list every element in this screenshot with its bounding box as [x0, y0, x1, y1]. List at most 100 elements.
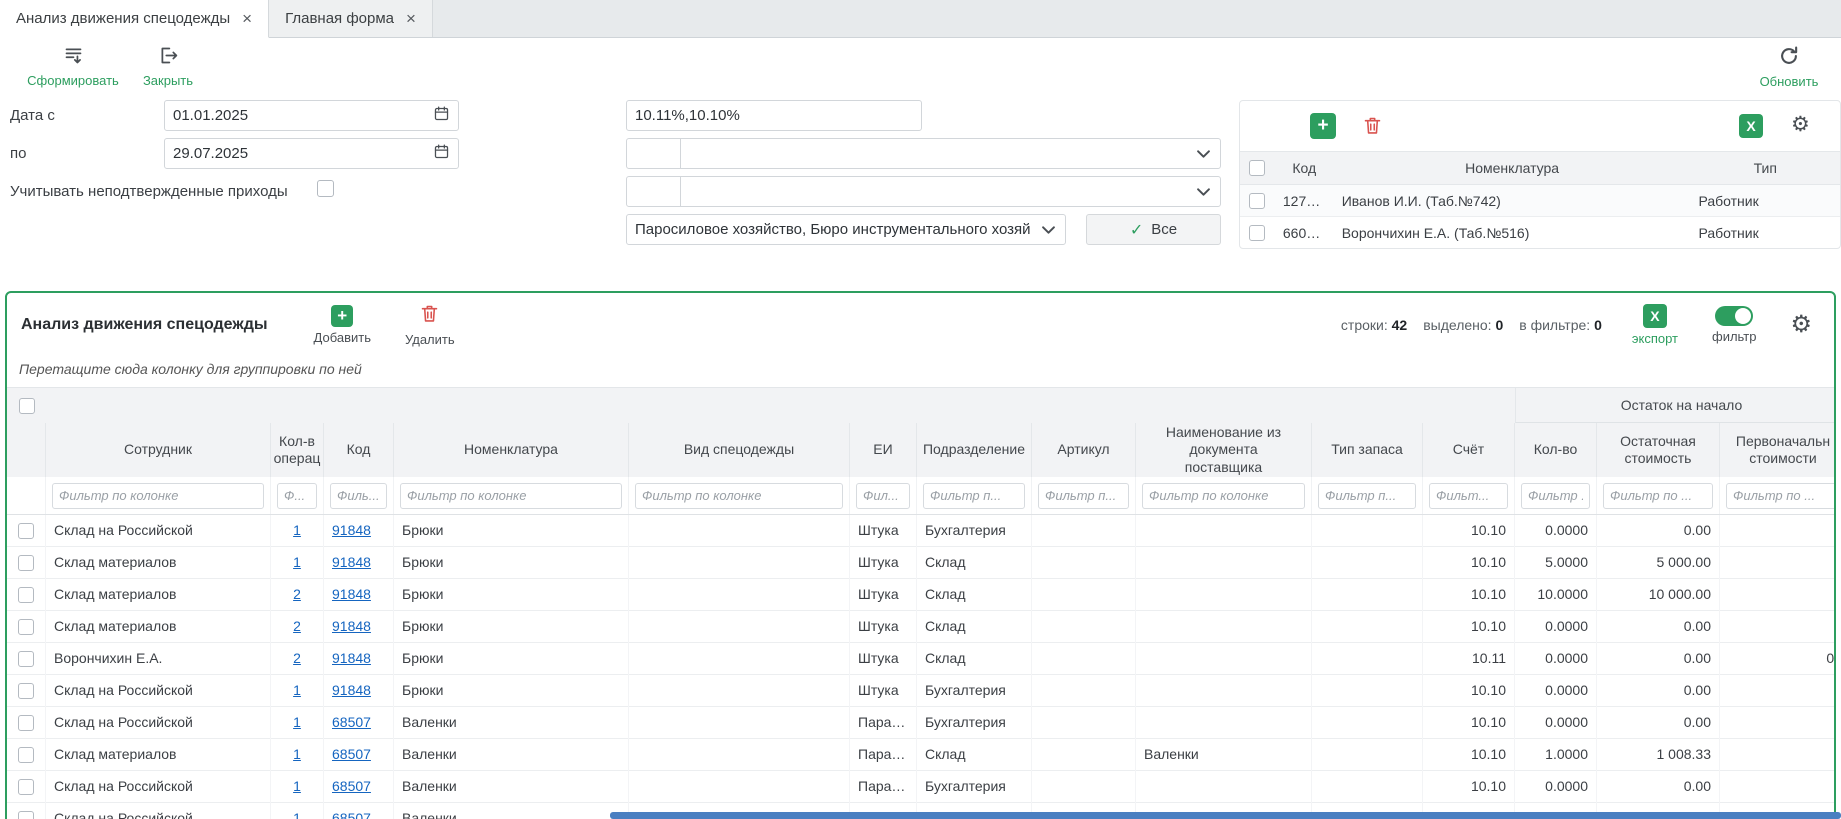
column-header-account[interactable]: Счёт — [1423, 423, 1515, 477]
operations-link[interactable]: 1 — [293, 682, 301, 698]
selection-column-header[interactable]: Тип — [1690, 160, 1840, 176]
column-header-initial_cost[interactable]: Первоначальнстоимости — [1720, 423, 1836, 477]
row-checkbox[interactable] — [7, 611, 46, 643]
filter-input-operations[interactable] — [277, 483, 317, 509]
row-checkbox[interactable] — [1240, 193, 1275, 209]
filter-input-nomenclature[interactable] — [400, 483, 622, 509]
row-checkbox[interactable] — [7, 739, 46, 771]
column-header-stock_type[interactable]: Тип запаса — [1312, 423, 1423, 477]
column-header-workwear_kind[interactable]: Вид спецодежды — [629, 423, 850, 477]
operations-link[interactable]: 2 — [293, 618, 301, 634]
column-header-supplier_doc_name[interactable]: Наименование издокументапоставщика — [1136, 423, 1312, 477]
operations-link[interactable]: 2 — [293, 586, 301, 602]
row-checkbox[interactable] — [7, 643, 46, 675]
generate-button[interactable]: Сформировать — [18, 45, 128, 88]
grid-row[interactable]: Склад на Российской191848БрюкиШтукаБухга… — [7, 515, 1836, 547]
tab-close-icon[interactable]: × — [406, 10, 416, 27]
nomenclature-combo[interactable] — [626, 176, 1221, 207]
close-button[interactable]: Закрыть — [128, 45, 208, 88]
code-link[interactable]: 68507 — [332, 714, 371, 730]
column-header-qty[interactable]: Кол-во — [1515, 423, 1597, 477]
operations-link[interactable]: 1 — [293, 810, 301, 819]
row-checkbox[interactable] — [7, 707, 46, 739]
operations-link[interactable]: 1 — [293, 522, 301, 538]
row-checkbox[interactable] — [1240, 225, 1275, 241]
code-link[interactable]: 91848 — [332, 586, 371, 602]
code-link[interactable]: 91848 — [332, 650, 371, 666]
grid-row[interactable]: Склад материалов291848БрюкиШтукаСклад10.… — [7, 579, 1836, 611]
grid-row[interactable]: Склад материалов168507ВаленкиПара…СкладВ… — [7, 739, 1836, 771]
grid-row[interactable]: Склад на Российской191848БрюкиШтукаБухга… — [7, 675, 1836, 707]
delete-button[interactable]: Удалить — [405, 303, 455, 347]
delete-selection-button[interactable] — [1362, 115, 1383, 141]
filter-toggle[interactable]: фильтр — [1712, 306, 1756, 344]
grid-row[interactable]: Склад материалов191848БрюкиШтукаСклад10.… — [7, 547, 1836, 579]
date-to-input[interactable]: 29.07.2025 — [164, 138, 459, 169]
code-link[interactable]: 68507 — [332, 810, 371, 819]
column-header-code[interactable]: Код — [324, 423, 394, 477]
selection-column-header[interactable]: Номенклатура — [1334, 160, 1691, 176]
tab-close-icon[interactable]: × — [242, 10, 252, 27]
code-link[interactable]: 68507 — [332, 746, 371, 762]
chevron-down-icon[interactable] — [1032, 226, 1065, 234]
filter-input-supplier_doc_name[interactable] — [1142, 483, 1305, 509]
filter-input-code[interactable] — [330, 483, 387, 509]
filter-input-qty[interactable] — [1521, 483, 1590, 509]
filter-input-unit[interactable] — [856, 483, 910, 509]
group-by-drop-zone[interactable]: Перетащите сюда колонку для группировки … — [7, 357, 1834, 387]
add-button[interactable]: + Добавить — [314, 305, 371, 345]
code-link[interactable]: 68507 — [332, 778, 371, 794]
export-button[interactable]: X экспорт — [1632, 304, 1678, 346]
code-link[interactable]: 91848 — [332, 618, 371, 634]
excel-export-button[interactable]: X — [1739, 114, 1763, 138]
row-checkbox[interactable] — [7, 579, 46, 611]
add-selection-button[interactable]: + — [1310, 113, 1336, 139]
column-header-article[interactable]: Артикул — [1032, 423, 1136, 477]
grid-settings-gear-icon[interactable]: ⚙ — [1790, 313, 1812, 337]
filter-input-article[interactable] — [1038, 483, 1129, 509]
nomenclature-code-box[interactable] — [627, 177, 681, 206]
code-link[interactable]: 91848 — [332, 682, 371, 698]
row-checkbox[interactable] — [7, 547, 46, 579]
operations-link[interactable]: 1 — [293, 554, 301, 570]
code-link[interactable]: 91848 — [332, 554, 371, 570]
row-checkbox[interactable] — [7, 771, 46, 803]
account-input[interactable]: 10.11%,10.10% — [626, 100, 922, 131]
row-checkbox[interactable] — [7, 803, 46, 819]
department-select[interactable]: Паросиловое хозяйство, Бюро инструментал… — [626, 214, 1066, 245]
column-header-employee[interactable]: Сотрудник — [46, 423, 271, 477]
filter-input-department[interactable] — [923, 483, 1025, 509]
calendar-icon[interactable] — [433, 105, 450, 126]
grid-row[interactable]: Склад на Российской168507ВаленкиПара…Бух… — [7, 771, 1836, 803]
code-link[interactable]: 91848 — [332, 522, 371, 538]
row-checkbox[interactable] — [7, 515, 46, 547]
select-all-checkbox[interactable] — [19, 398, 35, 414]
calendar-icon[interactable] — [433, 143, 450, 164]
select-all-departments-button[interactable]: ✓ Все — [1086, 214, 1221, 245]
filter-input-account[interactable] — [1429, 483, 1508, 509]
date-from-input[interactable]: 01.01.2025 — [164, 100, 459, 131]
operations-link[interactable]: 1 — [293, 746, 301, 762]
operations-link[interactable]: 2 — [293, 650, 301, 666]
filter-input-employee[interactable] — [52, 483, 264, 509]
tab[interactable]: Анализ движения спецодежды× — [0, 0, 269, 38]
column-header-residual_cost[interactable]: Остаточнаястоимость — [1597, 423, 1720, 477]
chevron-down-icon[interactable] — [1187, 188, 1220, 196]
filter-input-workwear_kind[interactable] — [635, 483, 843, 509]
column-header-nomenclature[interactable]: Номенклатура — [394, 423, 629, 477]
worker-combo[interactable] — [626, 138, 1221, 169]
tab[interactable]: Главная форма× — [269, 0, 433, 37]
unconfirmed-checkbox[interactable] — [317, 180, 334, 197]
horizontal-scrollbar-thumb[interactable] — [610, 812, 1841, 819]
column-header-operations[interactable]: Кол-воперац — [271, 423, 324, 477]
grid-row[interactable]: Склад материалов291848БрюкиШтукаСклад10.… — [7, 611, 1836, 643]
selection-column-header[interactable]: Код — [1275, 160, 1334, 176]
toggle-switch[interactable] — [1715, 306, 1753, 326]
filter-input-residual_cost[interactable] — [1603, 483, 1713, 509]
refresh-button[interactable]: Обновить — [1753, 45, 1825, 89]
selection-row[interactable]: 127…Иванов И.И. (Таб.№742)Работник — [1240, 185, 1840, 217]
operations-link[interactable]: 1 — [293, 714, 301, 730]
operations-link[interactable]: 1 — [293, 778, 301, 794]
settings-gear-icon[interactable]: ⚙ — [1791, 114, 1810, 135]
chevron-down-icon[interactable] — [1187, 150, 1220, 158]
